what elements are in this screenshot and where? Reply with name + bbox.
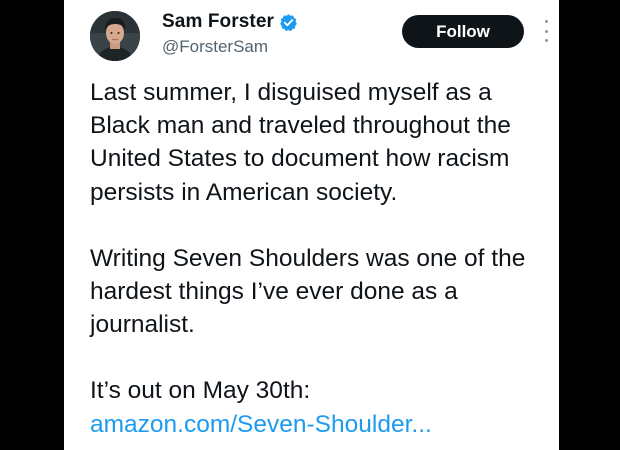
author-name-row: Sam Forster: [162, 9, 298, 35]
more-dot: [544, 20, 548, 23]
follow-button[interactable]: Follow: [402, 15, 524, 48]
more-dot: [544, 39, 548, 42]
book-link[interactable]: amazon.com/Seven-Shoulder...: [90, 408, 550, 441]
avatar[interactable]: [90, 11, 140, 61]
tweet-header: Sam Forster @ForsterSam Follow: [64, 0, 559, 75]
tweet-card: Sam Forster @ForsterSam Follow Last summ…: [64, 0, 559, 450]
tweet-paragraph: Last summer, I disguised myself as a Bla…: [90, 79, 511, 206]
release-text: It’s out on May 30th:: [90, 377, 311, 405]
author-display-name[interactable]: Sam Forster: [162, 11, 274, 33]
more-vertical-icon[interactable]: [542, 20, 550, 42]
tweet-paragraph: Writing Seven Shoulders was one of the h…: [90, 244, 526, 339]
author-handle[interactable]: @ForsterSam: [162, 37, 268, 57]
avatar-image: [90, 11, 140, 61]
verified-badge-icon: [280, 13, 297, 31]
tweet-release-paragraph: It’s out on May 30th: amazon.com/Seven-S…: [90, 374, 550, 440]
more-dot: [544, 29, 548, 33]
tweet-body: Last summer, I disguised myself as a Bla…: [90, 76, 550, 441]
